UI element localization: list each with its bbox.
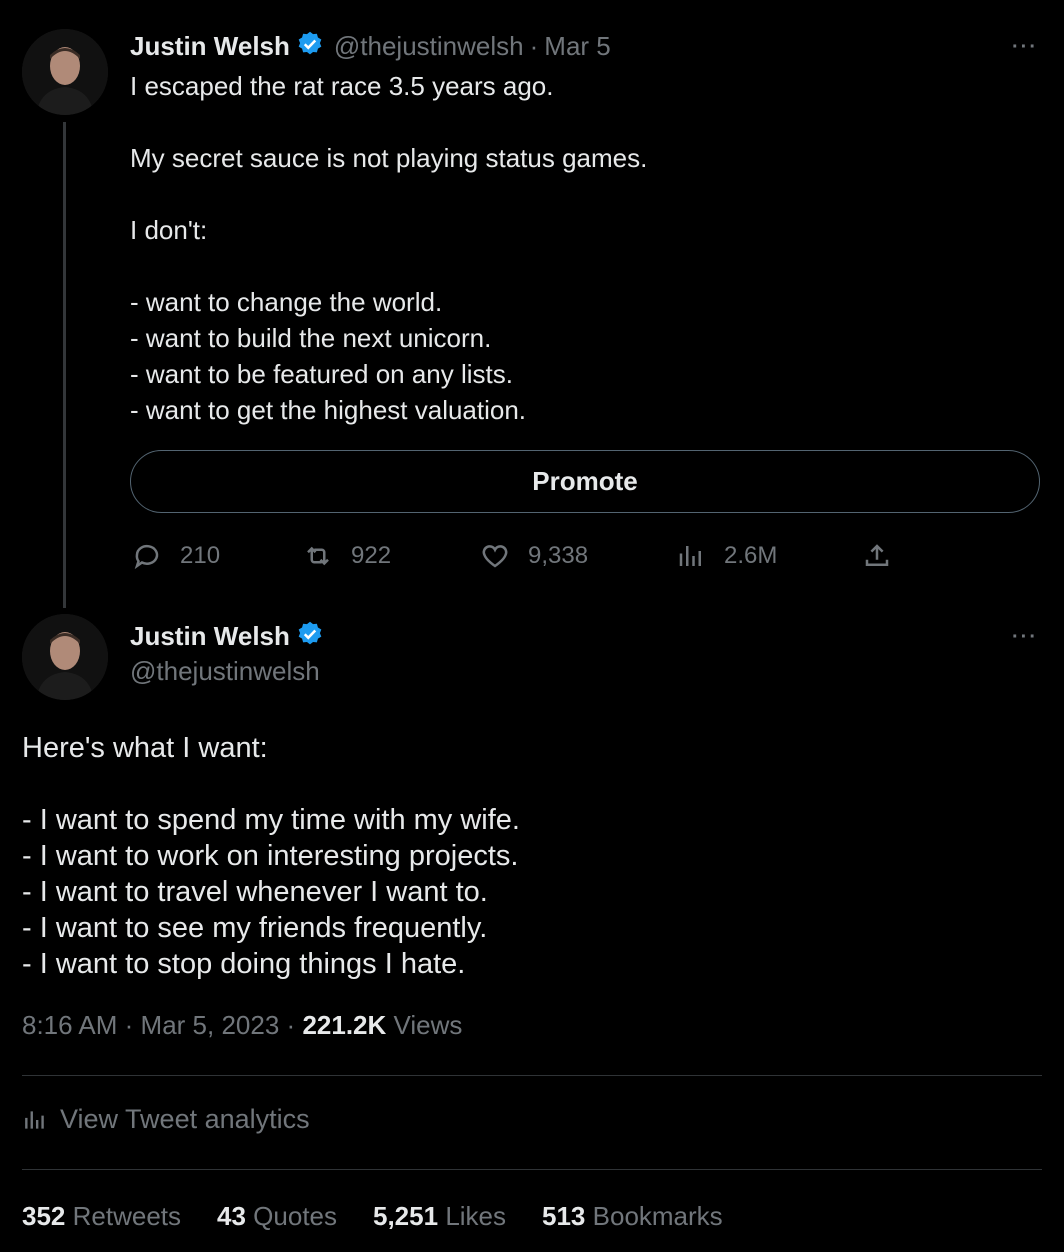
author-handle[interactable]: @thejustinwelsh <box>130 656 320 687</box>
likes-stat[interactable]: 5,251 Likes <box>373 1201 506 1232</box>
more-options-icon[interactable]: ··· <box>1012 36 1038 59</box>
thread-line <box>63 122 66 608</box>
tweet-date[interactable]: Mar 5, 2023 <box>141 1010 280 1040</box>
separator: · <box>124 1010 134 1040</box>
verified-badge-icon <box>296 30 324 63</box>
tweet-text: Here's what I want: - I want to spend my… <box>22 732 520 980</box>
retweet-count: 922 <box>351 542 392 569</box>
reply-icon <box>134 544 159 570</box>
bookmarks-count: 513 <box>542 1201 586 1231</box>
quotes-stat[interactable]: 43 Quotes <box>217 1201 337 1232</box>
retweets-count: 352 <box>22 1201 66 1231</box>
like-button[interactable]: 9,338 <box>480 540 588 572</box>
like-count: 9,338 <box>528 542 589 569</box>
retweet-button[interactable]: 922 <box>303 540 391 572</box>
bookmarks-label: Bookmarks <box>592 1201 723 1231</box>
view-analytics-link[interactable]: View Tweet analytics <box>22 1104 310 1135</box>
views-label: Views <box>393 1010 463 1040</box>
likes-label: Likes <box>445 1201 507 1231</box>
author-name[interactable]: Justin Welsh <box>130 621 290 652</box>
quotes-label: Quotes <box>253 1201 337 1231</box>
author-name[interactable]: Justin Welsh <box>130 31 290 62</box>
bar-chart-icon <box>679 546 701 566</box>
separator: · <box>286 1010 296 1040</box>
likes-count: 5,251 <box>373 1201 439 1231</box>
avatar[interactable] <box>22 614 108 700</box>
reply-button[interactable]: 210 <box>132 540 220 572</box>
share-icon <box>865 544 889 566</box>
quotes-count: 43 <box>217 1201 246 1231</box>
retweets-stat[interactable]: 352 Retweets <box>22 1201 181 1232</box>
retweet-icon <box>307 546 329 566</box>
separator: · <box>529 31 539 61</box>
tweet-header: Justin Welsh <box>130 620 324 653</box>
avatar[interactable] <box>22 29 108 115</box>
view-count: 2.6M <box>724 542 778 569</box>
share-button[interactable] <box>862 540 892 572</box>
verified-badge-icon <box>296 620 324 653</box>
promote-button[interactable]: Promote <box>130 450 1040 513</box>
divider <box>22 1075 1042 1076</box>
tweet-date[interactable]: Mar 5 <box>544 31 610 62</box>
tweet-text: I escaped the rat race 3.5 years ago. My… <box>130 71 648 425</box>
views-button[interactable]: 2.6M <box>676 540 777 572</box>
more-options-icon[interactable]: ··· <box>1012 626 1038 649</box>
retweets-label: Retweets <box>72 1201 182 1231</box>
tweet-header: Justin Welsh @thejustinwelsh · Mar 5 <box>130 30 611 63</box>
tweet-time[interactable]: 8:16 AM <box>22 1010 117 1040</box>
tweet-meta: 8:16 AM · Mar 5, 2023 · 221.2K Views <box>22 1010 462 1041</box>
bar-chart-icon <box>25 1110 44 1129</box>
author-handle[interactable]: @thejustinwelsh <box>334 31 524 62</box>
divider <box>22 1169 1042 1170</box>
heart-icon <box>482 545 508 568</box>
reply-count: 210 <box>180 542 221 569</box>
view-count: 221.2K <box>302 1010 387 1040</box>
bookmarks-stat[interactable]: 513 Bookmarks <box>542 1201 723 1232</box>
analytics-label: View Tweet analytics <box>60 1104 310 1134</box>
engagement-stats: 352 Retweets 43 Quotes 5,251 Likes 513 B… <box>22 1201 723 1232</box>
